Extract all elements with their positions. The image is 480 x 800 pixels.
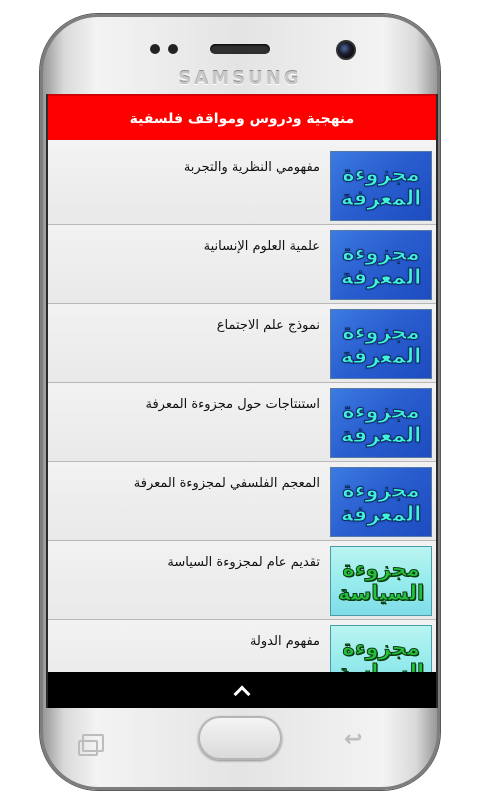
lesson-title: مفهومي النظرية والتجربة [183,160,320,175]
home-button[interactable] [198,716,282,760]
lesson-title: علمية العلوم الإنسانية [203,239,320,254]
thumbnail-line1: مجزوءة [342,635,420,660]
lesson-thumbnail: مجزوءة المعرفة [330,467,432,537]
thumbnail-line2: المعرفة [340,422,422,447]
brand-logo: SAMSUNG [178,68,302,89]
lesson-row[interactable]: مجزوءة المعرفة المعجم الفلسفي لمجزوءة ال… [48,462,436,541]
bottom-bar[interactable] [48,672,436,708]
lesson-thumbnail: مجزوءة السياسة [330,546,432,616]
lesson-row[interactable]: مجزوءة المعرفة استنتاجات حول مجزوءة المع… [48,383,436,462]
thumbnail-line1: مجزوءة [342,398,420,423]
recent-apps-icon[interactable] [78,734,104,756]
lesson-thumbnail: مجزوءة المعرفة [330,309,432,379]
lesson-row[interactable]: مجزوءة المعرفة علمية العلوم الإنسانية [48,225,436,304]
sensor-dot [168,44,178,54]
lesson-title: تقديم عام لمجزوءة السياسة [167,555,320,570]
thumbnail-line2: السياسة [337,580,425,605]
lesson-thumbnail: مجزوءة المعرفة [330,388,432,458]
thumbnail-line1: مجزوءة [342,477,420,502]
thumbnail-line2: المعرفة [340,343,422,368]
app-header: منهجية ودروس ومواقف فلسفية [48,94,436,142]
app-screen: منهجية ودروس ومواقف فلسفية مجزوءة المعرف… [46,94,438,708]
lesson-row[interactable]: مجزوءة المعرفة نموذج علم الاجتماع [48,304,436,383]
lesson-list: مجزوءة المعرفة مفهومي النظرية والتجربة م… [48,146,436,699]
thumbnail-line1: مجزوءة [342,556,420,581]
earpiece-speaker [210,44,270,54]
lesson-thumbnail: مجزوءة المعرفة [330,151,432,221]
thumbnail-line2: المعرفة [340,501,422,526]
sensor-dot [150,44,160,54]
front-camera [336,40,356,60]
lesson-thumbnail: مجزوءة المعرفة [330,230,432,300]
lesson-title: المعجم الفلسفي لمجزوءة المعرفة [133,476,320,491]
thumbnail-line1: مجزوءة [342,161,420,186]
lesson-title: استنتاجات حول مجزوءة المعرفة [145,397,320,412]
thumbnail-line1: مجزوءة [342,240,420,265]
app-title: منهجية ودروس ومواقف فلسفية [129,111,355,127]
thumbnail-line2: المعرفة [340,264,422,289]
lesson-row[interactable]: مجزوءة المعرفة مفهومي النظرية والتجربة [48,146,436,225]
lesson-row[interactable]: مجزوءة السياسة تقديم عام لمجزوءة السياسة [48,541,436,620]
chevron-up-icon[interactable] [233,685,251,703]
thumbnail-line2: المعرفة [340,185,422,210]
lesson-title: نموذج علم الاجتماع [216,318,320,333]
back-icon[interactable]: ↩ [344,729,364,751]
lesson-title: مفهوم الدولة [249,634,320,649]
thumbnail-line1: مجزوءة [342,319,420,344]
